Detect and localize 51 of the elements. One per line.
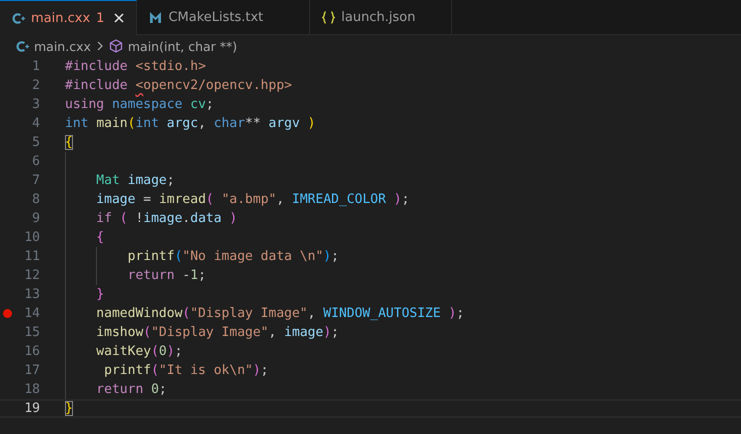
chevron-icon	[96, 41, 103, 51]
line-number: 4	[31, 116, 40, 131]
line-number: 18	[23, 382, 40, 397]
breakpoint-dot[interactable]	[2, 309, 12, 318]
code-line: return -1;	[126, 268, 206, 283]
code-line: imshow("Display Image", image);	[95, 325, 339, 340]
close-icon[interactable]	[114, 13, 124, 23]
code-line: }	[95, 287, 104, 302]
line-number: 15	[23, 325, 40, 340]
cpp-file-icon	[12, 12, 25, 24]
line-number: 2	[31, 78, 40, 93]
line-number: 1	[31, 59, 40, 74]
line-number: 13	[23, 287, 40, 302]
line-number: 6	[31, 154, 40, 169]
editor-tab[interactable]: launch.json	[310, 0, 452, 35]
code-line: }	[65, 401, 73, 416]
line-number: 17	[23, 363, 40, 378]
code-line: {	[65, 135, 73, 150]
editor-tab[interactable]: CMakeLists.txt	[137, 0, 310, 35]
editor-tab[interactable]: main.cxx 1	[0, 0, 138, 35]
line-number: 11	[23, 249, 40, 264]
braces-icon	[322, 10, 336, 24]
code-line: if ( !image.data )	[95, 211, 238, 226]
line-number: 3	[31, 97, 40, 112]
code-line: Mat image;	[95, 173, 175, 188]
line-number: 8	[31, 192, 40, 207]
m-file-icon	[149, 12, 162, 22]
code-line: printf("No image data \n");	[126, 249, 339, 264]
code-line: {	[95, 230, 104, 245]
line-number: 9	[31, 211, 40, 226]
line-number: 5	[31, 135, 40, 150]
code-line: return 0;	[95, 382, 167, 397]
code-line: namedWindow("Display Image", WINDOW_AUTOSIZE );	[95, 306, 464, 321]
line-number: 12	[23, 268, 40, 283]
code-line: int main(int argc, char** argv )	[65, 116, 316, 131]
code-line: waitKey(0);	[95, 344, 182, 359]
code-line: #include <stdio.h>	[65, 59, 206, 74]
line-number: 14	[23, 306, 40, 321]
breadcrumb-item[interactable]: main.cxx	[16, 38, 91, 54]
breadcrumb-item[interactable]: main(int, char **)	[108, 38, 238, 54]
code-line: image = imread( "a.bmp", IMREAD_COLOR );	[95, 192, 410, 207]
line-number: 10	[23, 230, 40, 245]
cube-icon	[108, 39, 123, 53]
line-number: 19	[23, 401, 40, 416]
problem-count: 1	[96, 10, 104, 26]
line-number: 16	[23, 344, 40, 359]
line-number: 7	[31, 173, 40, 188]
code-line: #include <opencv2/opencv.hpp>	[65, 78, 292, 93]
code-line: using namespace cv;	[65, 97, 214, 112]
code-line: printf("It is ok\n");	[103, 363, 268, 378]
cpp-file-icon	[16, 40, 29, 52]
